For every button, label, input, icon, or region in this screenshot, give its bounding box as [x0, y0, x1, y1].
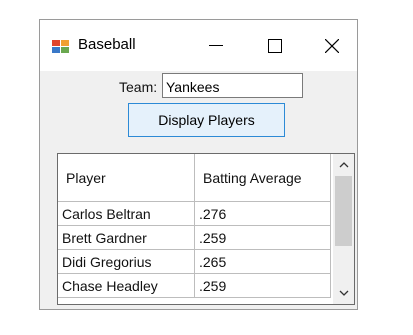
close-button[interactable] [306, 20, 358, 71]
average-cell[interactable]: .259 [195, 226, 331, 250]
team-label: Team: [119, 79, 158, 95]
title-bar[interactable]: Baseball [40, 20, 357, 71]
player-cell[interactable]: Didi Gregorius [58, 250, 195, 274]
average-cell[interactable]: .276 [195, 202, 331, 226]
average-cell[interactable]: .265 [195, 250, 331, 274]
display-players-button[interactable]: Display Players [128, 103, 285, 137]
chevron-up-icon [339, 161, 348, 167]
scrollbar-thumb[interactable] [335, 176, 352, 246]
table-row[interactable]: Didi Gregorius .265 [58, 250, 331, 274]
grid-header-row: Player Batting Average [58, 154, 331, 202]
close-icon [325, 38, 339, 53]
scroll-up-button[interactable] [333, 154, 354, 175]
scroll-down-button[interactable] [333, 282, 354, 303]
table-row[interactable]: Chase Headley .259 [58, 274, 331, 298]
chevron-down-icon [339, 290, 348, 296]
player-cell[interactable]: Brett Gardner [58, 226, 195, 250]
minimize-icon [209, 44, 223, 46]
window-title: Baseball [78, 36, 136, 53]
player-cell[interactable]: Carlos Beltran [58, 202, 195, 226]
column-header-batting-average[interactable]: Batting Average [195, 154, 331, 202]
table-row[interactable]: Carlos Beltran .276 [58, 202, 331, 226]
table-row[interactable]: Brett Gardner .259 [58, 226, 331, 250]
vertical-scrollbar[interactable] [333, 154, 354, 304]
maximize-icon [268, 38, 282, 53]
players-grid[interactable]: Player Batting Average Carlos Beltran .2… [57, 153, 355, 305]
maximize-button[interactable] [249, 20, 301, 71]
baseball-app-icon [52, 38, 70, 54]
baseball-window: Baseball Team: Display Players Player Ba… [39, 19, 358, 310]
player-cell[interactable]: Chase Headley [58, 274, 195, 298]
minimize-button[interactable] [190, 20, 242, 71]
average-cell[interactable]: .259 [195, 274, 331, 298]
column-header-player[interactable]: Player [58, 154, 195, 202]
team-input[interactable] [162, 73, 303, 98]
